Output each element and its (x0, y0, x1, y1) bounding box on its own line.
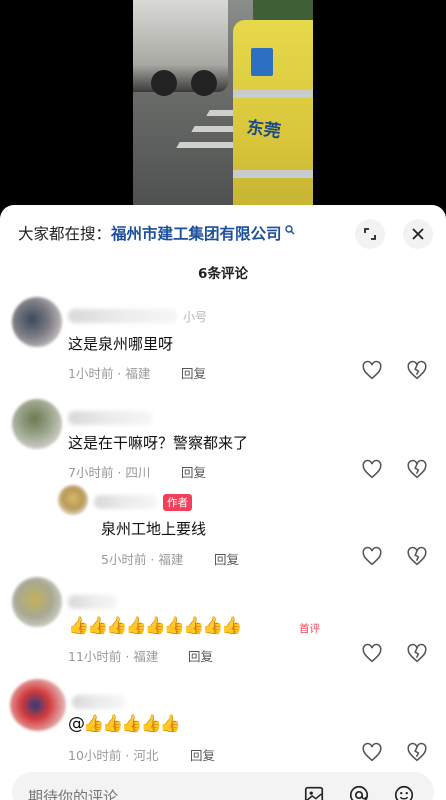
like-icon[interactable] (361, 459, 383, 481)
username-blurred[interactable] (94, 495, 158, 509)
comment-meta: 10小时前 · 河北 (68, 748, 159, 763)
worker: 东莞 (233, 20, 313, 215)
comment-meta: 1小时前 · 福建 (68, 366, 151, 381)
concrete-truck (133, 0, 228, 96)
vest-text: 东莞 (245, 117, 282, 143)
comment-count: 6条评论 (198, 266, 248, 282)
comment-sheet: 大家都在搜：福州市建工集团有限公司 6条评论 小号 这是泉州哪里呀 1小时前 ·… (0, 205, 446, 800)
comment-meta: 11小时前 · 福建 (68, 649, 159, 664)
vest-stripe (233, 90, 313, 98)
avatar[interactable] (12, 297, 62, 347)
search-icon (282, 225, 296, 238)
dislike-icon[interactable] (406, 742, 428, 764)
comment-text: 这是泉州哪里呀 (68, 335, 174, 353)
user-tag: 小号 (183, 310, 208, 324)
at-icon[interactable] (348, 784, 370, 800)
avatar[interactable] (12, 577, 62, 627)
avatar[interactable] (12, 399, 62, 449)
like-icon[interactable] (361, 742, 383, 764)
like-icon[interactable] (361, 360, 383, 382)
author-badge: 作者 (163, 494, 192, 511)
video-frame: 东莞 (133, 0, 313, 215)
search-prefix: 大家都在搜： (18, 225, 112, 243)
road-marking (176, 142, 238, 148)
reply-button[interactable]: 回复 (214, 549, 239, 568)
comment-text: 👍👍👍👍👍👍👍👍👍 (68, 616, 243, 636)
username-blurred[interactable] (68, 309, 178, 323)
avatar[interactable] (58, 485, 88, 515)
first-comment-badge: 首评 (299, 623, 320, 635)
dislike-icon[interactable] (406, 459, 428, 481)
comment-input-placeholder: 期待你的评论 (28, 788, 119, 800)
comment-text: 泉州工地上要线 (101, 520, 207, 538)
comment-input[interactable]: 期待你的评论 (12, 772, 434, 800)
vest-badge (251, 48, 273, 76)
username-blurred[interactable] (72, 695, 126, 709)
reply-button[interactable]: 回复 (181, 363, 206, 382)
truck-wheel (151, 70, 177, 96)
reply-button[interactable]: 回复 (181, 462, 206, 481)
avatar[interactable] (10, 679, 66, 731)
reply-button[interactable]: 回复 (188, 646, 213, 665)
comment-text: 这是在干嘛呀？警察都来了 (68, 434, 249, 452)
dislike-icon[interactable] (406, 643, 428, 665)
trending-search[interactable]: 大家都在搜：福州市建工集团有限公司 (18, 222, 295, 244)
dislike-icon[interactable] (406, 546, 428, 568)
expand-icon[interactable] (355, 219, 385, 249)
truck-wheel (191, 70, 217, 96)
like-icon[interactable] (361, 546, 383, 568)
close-icon[interactable] (403, 219, 433, 249)
vest-stripe (233, 170, 313, 178)
emoji-icon[interactable] (393, 784, 415, 800)
dislike-icon[interactable] (406, 360, 428, 382)
search-keyword[interactable]: 福州市建工集团有限公司 (111, 225, 282, 243)
username-blurred[interactable] (68, 411, 153, 425)
like-icon[interactable] (361, 643, 383, 665)
username-blurred[interactable] (68, 595, 118, 609)
video-player[interactable]: 东莞 (0, 0, 446, 215)
image-icon[interactable] (303, 784, 325, 800)
comment-text: @👍👍👍👍👍 (68, 714, 181, 734)
comment-meta: 7小时前 · 四川 (68, 465, 151, 480)
reply-button[interactable]: 回复 (190, 745, 215, 764)
comment-meta: 5小时前 · 福建 (101, 552, 184, 567)
